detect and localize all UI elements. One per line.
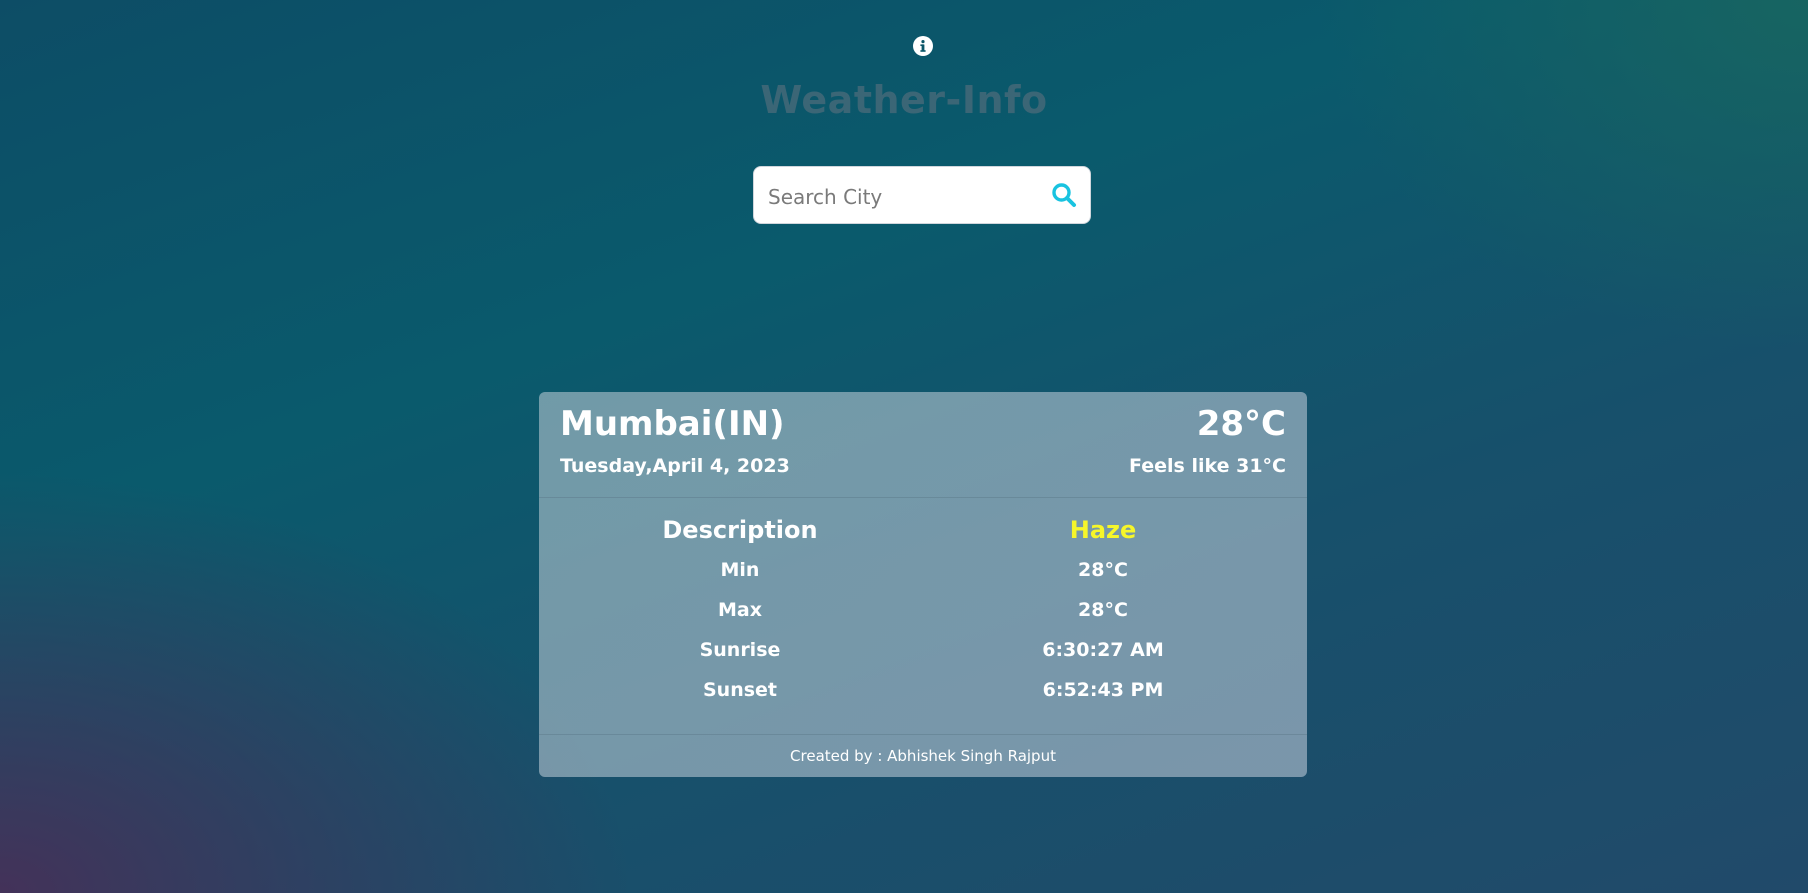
detail-value: 28°C — [1078, 559, 1128, 581]
detail-value: 6:52:43 PM — [1042, 679, 1164, 701]
feels-like: Feels like 31°C — [1129, 455, 1286, 477]
current-date: Tuesday,April 4, 2023 — [560, 455, 790, 477]
search-box — [753, 166, 1091, 224]
detail-row-min: Min 28°C — [539, 559, 1307, 599]
footer-credit: Created by : Abhishek Singh Rajput — [539, 734, 1307, 777]
detail-label: Sunrise — [699, 639, 781, 661]
info-icon[interactable] — [913, 36, 933, 56]
detail-label: Min — [720, 559, 760, 581]
detail-label: Sunset — [702, 679, 777, 701]
current-temperature: 28°C — [1196, 404, 1286, 444]
weather-card-header: Mumbai(IN) Tuesday,April 4, 2023 28°C Fe… — [539, 392, 1307, 498]
detail-value: 28°C — [1078, 599, 1128, 621]
detail-value: 6:30:27 AM — [1042, 639, 1164, 661]
weather-card: Mumbai(IN) Tuesday,April 4, 2023 28°C Fe… — [539, 392, 1307, 777]
weather-details: Description Haze Min 28°C Max 28°C Sunri… — [539, 498, 1307, 726]
search-input[interactable] — [766, 179, 1040, 215]
detail-row-sunset: Sunset 6:52:43 PM — [539, 679, 1307, 719]
page-title: Weather-Info — [760, 78, 1048, 122]
city-name: Mumbai(IN) — [560, 404, 785, 444]
detail-label: Max — [718, 599, 762, 621]
detail-row-max: Max 28°C — [539, 599, 1307, 639]
search-icon[interactable] — [1050, 181, 1078, 209]
detail-row-sunrise: Sunrise 6:30:27 AM — [539, 639, 1307, 679]
description-value: Haze — [1069, 516, 1137, 544]
description-label: Description — [662, 516, 818, 544]
description-row: Description Haze — [539, 516, 1307, 556]
